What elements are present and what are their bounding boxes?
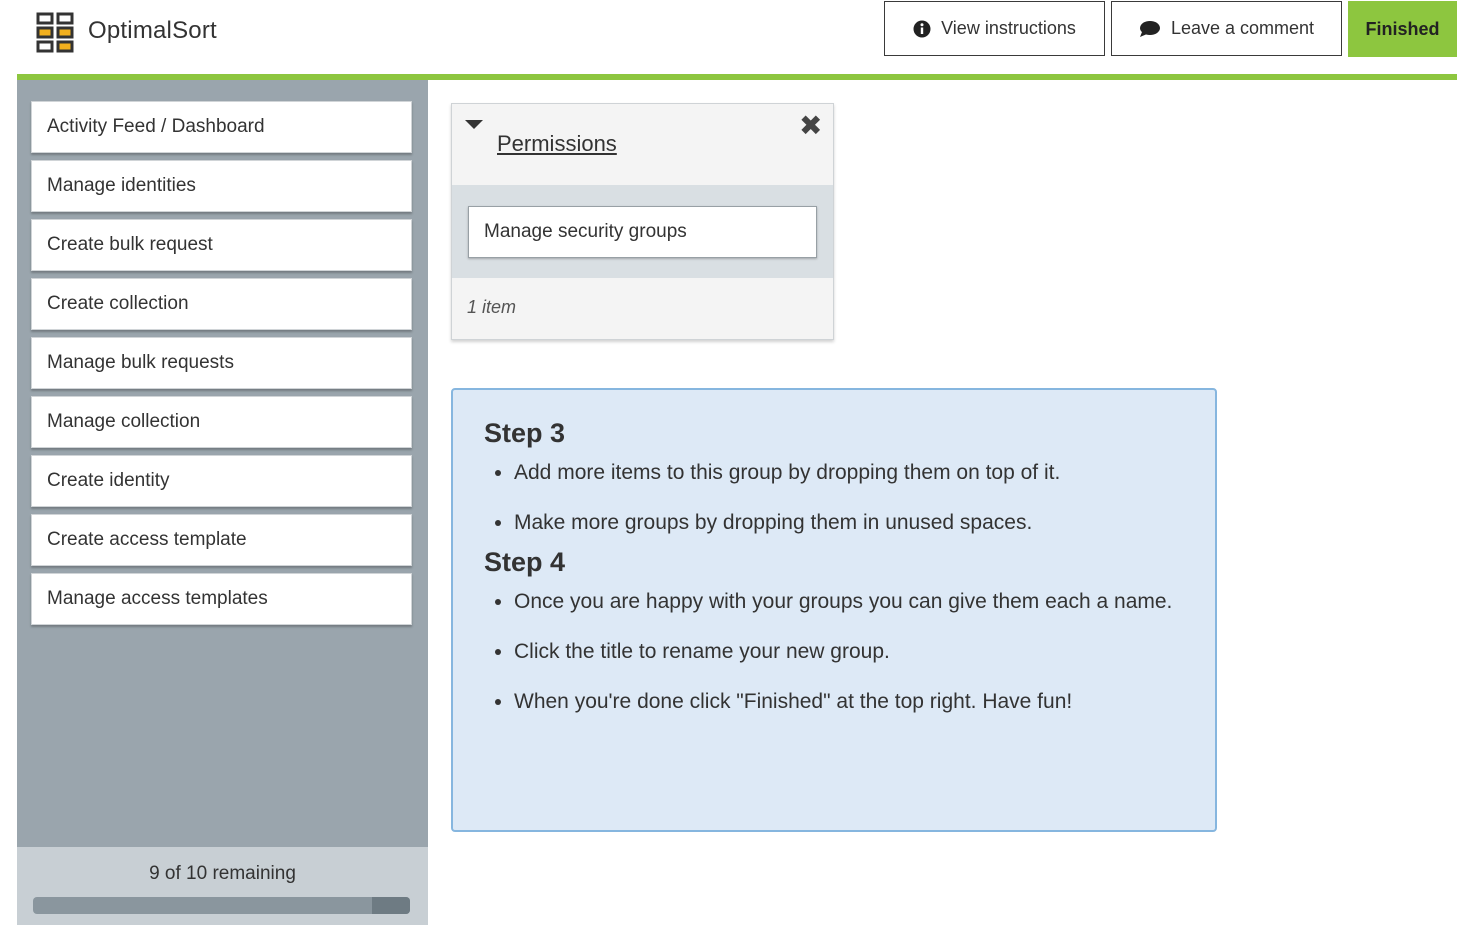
list-item: When you're done click "Finished" at the… xyxy=(514,684,1185,719)
step4-list: Once you are happy with your groups you … xyxy=(484,584,1185,719)
list-item: Once you are happy with your groups you … xyxy=(514,584,1182,619)
comment-icon xyxy=(1139,20,1160,37)
progress-fill xyxy=(372,897,410,914)
caret-down-icon[interactable] xyxy=(465,120,483,129)
group-title[interactable]: Permissions xyxy=(497,131,617,157)
progress-bar xyxy=(33,897,410,914)
close-icon[interactable]: ✖ xyxy=(799,112,822,140)
card-item[interactable]: Manage collection xyxy=(31,396,412,448)
leave-comment-label: Leave a comment xyxy=(1170,18,1315,38)
card-item[interactable]: Manage access templates xyxy=(31,573,412,625)
finished-button[interactable]: Finished xyxy=(1348,1,1457,57)
card-item[interactable]: Create access template xyxy=(31,514,412,566)
sidebar-footer: 9 of 10 remaining xyxy=(17,847,428,925)
remaining-count: 9 of 10 remaining xyxy=(149,863,296,884)
list-item: Add more items to this group by dropping… xyxy=(514,455,1185,490)
card-item[interactable]: Create bulk request xyxy=(31,219,412,271)
card-item[interactable]: Manage bulk requests xyxy=(31,337,412,389)
group-item-count: 1 item xyxy=(467,297,517,317)
card-item[interactable]: Create collection xyxy=(31,278,412,330)
instructions-panel: Step 3 Add more items to this group by d… xyxy=(451,388,1217,832)
view-instructions-button[interactable]: View instructions xyxy=(884,1,1105,56)
step4-heading: Step 4 xyxy=(484,547,566,577)
info-icon xyxy=(913,20,931,37)
group-header: Permissions ✖ xyxy=(452,104,833,185)
header: OptimalSort View instructions Leave a co… xyxy=(0,0,1457,74)
list-item: Make more groups by dropping them in unu… xyxy=(514,505,1185,540)
group-body: Manage security groups xyxy=(452,185,833,278)
step3-list: Add more items to this group by dropping… xyxy=(484,455,1185,540)
optimalsort-logo-icon xyxy=(36,12,74,53)
leave-comment-button[interactable]: Leave a comment xyxy=(1111,1,1342,56)
group-permissions[interactable]: Permissions ✖ Manage security groups 1 i… xyxy=(451,103,834,340)
card-item[interactable]: Activity Feed / Dashboard xyxy=(31,101,412,153)
step3-heading: Step 3 xyxy=(484,418,566,448)
card-sidebar: Activity Feed / Dashboard Manage identit… xyxy=(17,80,428,847)
card-item[interactable]: Manage identities xyxy=(31,160,412,212)
app-title: OptimalSort xyxy=(88,17,217,44)
view-instructions-label: View instructions xyxy=(941,18,1076,38)
list-item: Click the title to rename your new group… xyxy=(514,634,1185,669)
group-card-item[interactable]: Manage security groups xyxy=(468,206,817,258)
card-item[interactable]: Create identity xyxy=(31,455,412,507)
